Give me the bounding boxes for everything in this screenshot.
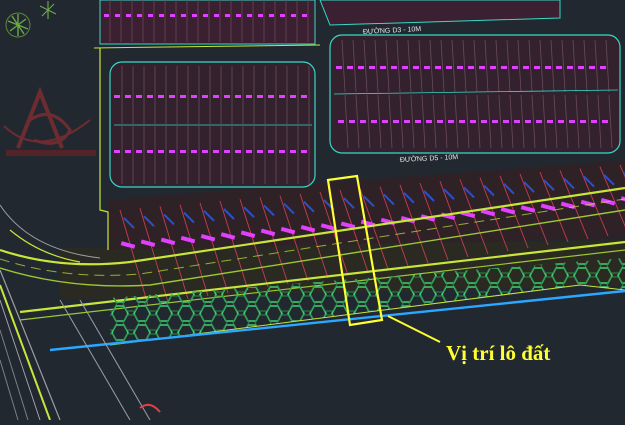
block-a-lot-tag	[224, 95, 230, 98]
block-a-lot-tag	[268, 150, 274, 153]
block-b-lot-tag	[602, 120, 608, 123]
block-a-lot-tag	[268, 95, 274, 98]
callout-leader	[387, 315, 441, 343]
block-a-lot-tag	[246, 95, 252, 98]
block-a-lot-tag	[125, 95, 131, 98]
block-b-lot-tag	[481, 120, 487, 123]
block-b-lot-tag	[468, 66, 474, 69]
block-b-lot-tag	[360, 120, 366, 123]
block-b-lot-tag	[446, 66, 452, 69]
block-a-lot-tag	[180, 150, 186, 153]
block-b-lot-tag	[358, 66, 364, 69]
block-a-lot-tag	[147, 150, 153, 153]
block-a-lot-tag	[235, 95, 241, 98]
block-a-lot-tag	[158, 95, 164, 98]
block-a-lot-tag	[180, 95, 186, 98]
block-b-lot-tag	[534, 66, 540, 69]
block-b-lot-tag	[393, 120, 399, 123]
watermark-logo	[3, 86, 96, 156]
block-a-lot-tag	[191, 95, 197, 98]
block-b-lot-tag	[503, 120, 509, 123]
block-b-lot-tag	[371, 120, 377, 123]
block-a-lot-tag	[136, 95, 142, 98]
block-b-lot-tag	[479, 66, 485, 69]
block-a-lot-tag	[158, 150, 164, 153]
block-a-lot-tag	[301, 150, 307, 153]
block-b-lot-tag	[525, 120, 531, 123]
block-b-lot-tag	[457, 66, 463, 69]
lot-location-label: Vị trí lô đất	[446, 341, 551, 365]
block-a-lot-tag	[224, 150, 230, 153]
block-a-lot-tag	[290, 150, 296, 153]
block-b-lot-tag	[415, 120, 421, 123]
block-b-lot-tag	[589, 66, 595, 69]
block-b-lot-tag	[545, 66, 551, 69]
block-b-lot-tag	[402, 66, 408, 69]
block-a-lot-tag	[279, 95, 285, 98]
block-b-lot-tag	[536, 120, 542, 123]
block-b-lot-tag	[580, 120, 586, 123]
block-a-lot-tag	[169, 95, 175, 98]
block-b-lot-tag	[501, 66, 507, 69]
block-b-lot-tag	[437, 120, 443, 123]
block-b-lot-tag	[404, 120, 410, 123]
block-b-lot-tag	[382, 120, 388, 123]
block-b-lot-tag	[347, 66, 353, 69]
tree-icon	[39, 1, 57, 19]
street-label-upper: ĐƯỜNG D3 - 10M	[363, 24, 422, 36]
block-b-lot-tag	[492, 120, 498, 123]
block-b-lot-tag	[435, 66, 441, 69]
block-a-lot-tag	[191, 150, 197, 153]
block-a-lot-tag	[301, 95, 307, 98]
block-b-lot-tag	[459, 120, 465, 123]
block-b-lot-tag	[490, 66, 496, 69]
block-a-lot-tag	[257, 95, 263, 98]
block-top-right	[319, 0, 561, 26]
block-b-lot-tag	[567, 66, 573, 69]
block-a-lot-tag	[279, 150, 285, 153]
block-a-lot-tag	[257, 150, 263, 153]
block-a	[109, 61, 316, 188]
block-a-lot-tag	[246, 150, 252, 153]
block-a-lot-tag	[125, 150, 131, 153]
block-a-lot-tag	[202, 150, 208, 153]
block-b-lot-tag	[349, 120, 355, 123]
zone-boundary	[99, 48, 109, 250]
block-b-lot-tag	[578, 66, 584, 69]
block-a-lot-tag	[202, 95, 208, 98]
block-b-lot-tag	[569, 120, 575, 123]
block-a-lot-tag	[147, 95, 153, 98]
block-b-lot-tag	[413, 66, 419, 69]
block-b-lot-tag	[424, 66, 430, 69]
block-b-lot-tag	[556, 66, 562, 69]
street-label-middle: ĐƯỜNG D5 - 10M	[400, 152, 459, 164]
cad-map-view[interactable]: ĐƯỜNG D3 - 10M ĐƯỜNG D5 - 10M Vị trí lô …	[0, 0, 625, 421]
block-b-lot-tag	[426, 120, 432, 123]
block-a-lot-tag	[290, 95, 296, 98]
block-b-lot-tag	[591, 120, 597, 123]
block-a-lot-tag	[169, 150, 175, 153]
block-b-lot-tag	[523, 66, 529, 69]
block-b-lot-tag	[338, 120, 344, 123]
block-top	[99, 0, 316, 45]
block-a-lot-tag	[213, 150, 219, 153]
block-a-lot-tag	[114, 150, 120, 153]
block-b-lot-tag	[512, 66, 518, 69]
block-b-lot-tag	[391, 66, 397, 69]
block-a-lot-tag	[235, 150, 241, 153]
block-b-lot-tag	[470, 120, 476, 123]
block-b-lot-tag	[336, 66, 342, 69]
block-b-lot-tag	[600, 66, 606, 69]
block-b-lot-tag	[558, 120, 564, 123]
block-b-lot-tag	[514, 120, 520, 123]
block-b-lot-tag	[547, 120, 553, 123]
block-b-lot-tag	[369, 66, 375, 69]
block-a-lot-tag	[213, 95, 219, 98]
block-b-lot-tag	[380, 66, 386, 69]
block-b-lot-tag	[448, 120, 454, 123]
block-a-lot-tag	[114, 95, 120, 98]
block-a-lot-tag	[136, 150, 142, 153]
tree-icon	[5, 12, 31, 38]
